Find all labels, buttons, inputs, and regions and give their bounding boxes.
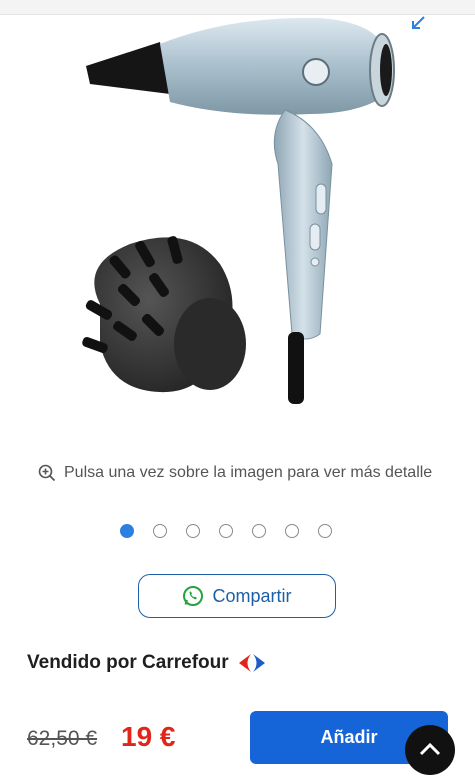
- gallery-dot-2[interactable]: [153, 524, 167, 538]
- seller-text: Vendido por Carrefour: [27, 652, 229, 673]
- expand-arrow-icon[interactable]: [409, 14, 427, 32]
- seller-info: Vendido por Carrefour: [27, 652, 269, 674]
- gallery-dot-5[interactable]: [252, 524, 266, 538]
- top-bar: [0, 0, 475, 15]
- gallery-dot-3[interactable]: [186, 524, 200, 538]
- add-to-cart-label: Añadir: [320, 727, 378, 747]
- share-label: Compartir: [212, 585, 292, 606]
- whatsapp-icon: [183, 586, 204, 606]
- gallery-dot-7[interactable]: [318, 524, 332, 538]
- gallery-pagination: [120, 524, 332, 538]
- gallery-dot-6[interactable]: [285, 524, 299, 538]
- share-button[interactable]: Compartir: [138, 574, 336, 618]
- old-price: 62,50 €: [27, 727, 98, 750]
- zoom-hint: Pulsa una vez sobre la imagen para ver m…: [38, 461, 432, 485]
- current-price: 19 €: [121, 721, 176, 752]
- gallery-dot-4[interactable]: [219, 524, 233, 538]
- carrefour-logo-icon: [238, 654, 265, 672]
- gallery-dot-1[interactable]: [120, 524, 134, 538]
- product-image[interactable]: [20, 14, 455, 434]
- zoom-in-icon: [38, 464, 56, 482]
- scroll-to-top-button[interactable]: [405, 725, 455, 775]
- zoom-hint-text: Pulsa una vez sobre la imagen para ver m…: [64, 464, 433, 481]
- chevron-up-icon: [419, 742, 441, 756]
